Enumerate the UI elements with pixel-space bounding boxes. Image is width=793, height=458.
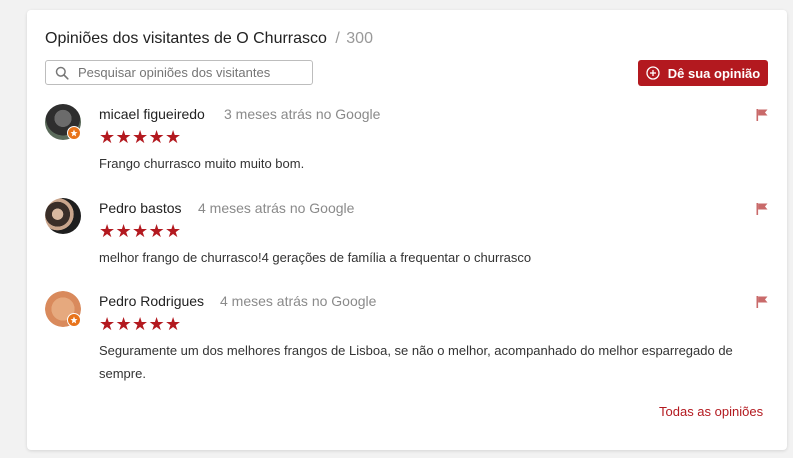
review-time: 4 meses atrás no Google xyxy=(220,293,377,309)
reviewer-name[interactable]: Pedro Rodrigues xyxy=(99,293,204,309)
plus-circle-icon xyxy=(646,66,660,80)
avatar[interactable] xyxy=(45,198,81,234)
title-separator: / xyxy=(335,30,340,47)
star-rating: ★★★★★ xyxy=(99,127,182,147)
star-rating: ★★★★★ xyxy=(99,314,182,334)
search-box[interactable] xyxy=(45,60,313,85)
title-text: Opiniões dos visitantes de O Churrasco xyxy=(45,30,327,47)
flag-icon[interactable] xyxy=(755,202,769,216)
review-text: Seguramente um dos melhores frangos de L… xyxy=(99,343,733,381)
review-text: melhor frango de churrasco!4 gerações de… xyxy=(99,250,532,265)
star-rating: ★★★★★ xyxy=(99,221,182,241)
review-count: 300 xyxy=(346,30,373,47)
all-reviews-link[interactable]: Todas as opiniões xyxy=(659,404,763,419)
section-title: Opiniões dos visitantes de O Churrasco /… xyxy=(45,30,373,48)
search-icon xyxy=(55,66,69,80)
reviewer-name[interactable]: micael figueiredo xyxy=(99,106,205,122)
reviews-card: Opiniões dos visitantes de O Churrasco /… xyxy=(27,10,787,450)
local-guide-badge-icon xyxy=(67,313,81,327)
flag-icon[interactable] xyxy=(755,108,769,122)
review-time: 3 meses atrás no Google xyxy=(224,106,381,122)
add-review-button[interactable]: Dê sua opinião xyxy=(638,60,768,86)
flag-icon[interactable] xyxy=(755,295,769,309)
reviewer-name[interactable]: Pedro bastos xyxy=(99,200,182,216)
review-time: 4 meses atrás no Google xyxy=(198,200,355,216)
search-input[interactable] xyxy=(78,65,298,80)
review-text: Frango churrasco muito muito bom. xyxy=(99,156,305,171)
local-guide-badge-icon xyxy=(67,126,81,140)
add-review-label: Dê sua opinião xyxy=(667,65,761,81)
